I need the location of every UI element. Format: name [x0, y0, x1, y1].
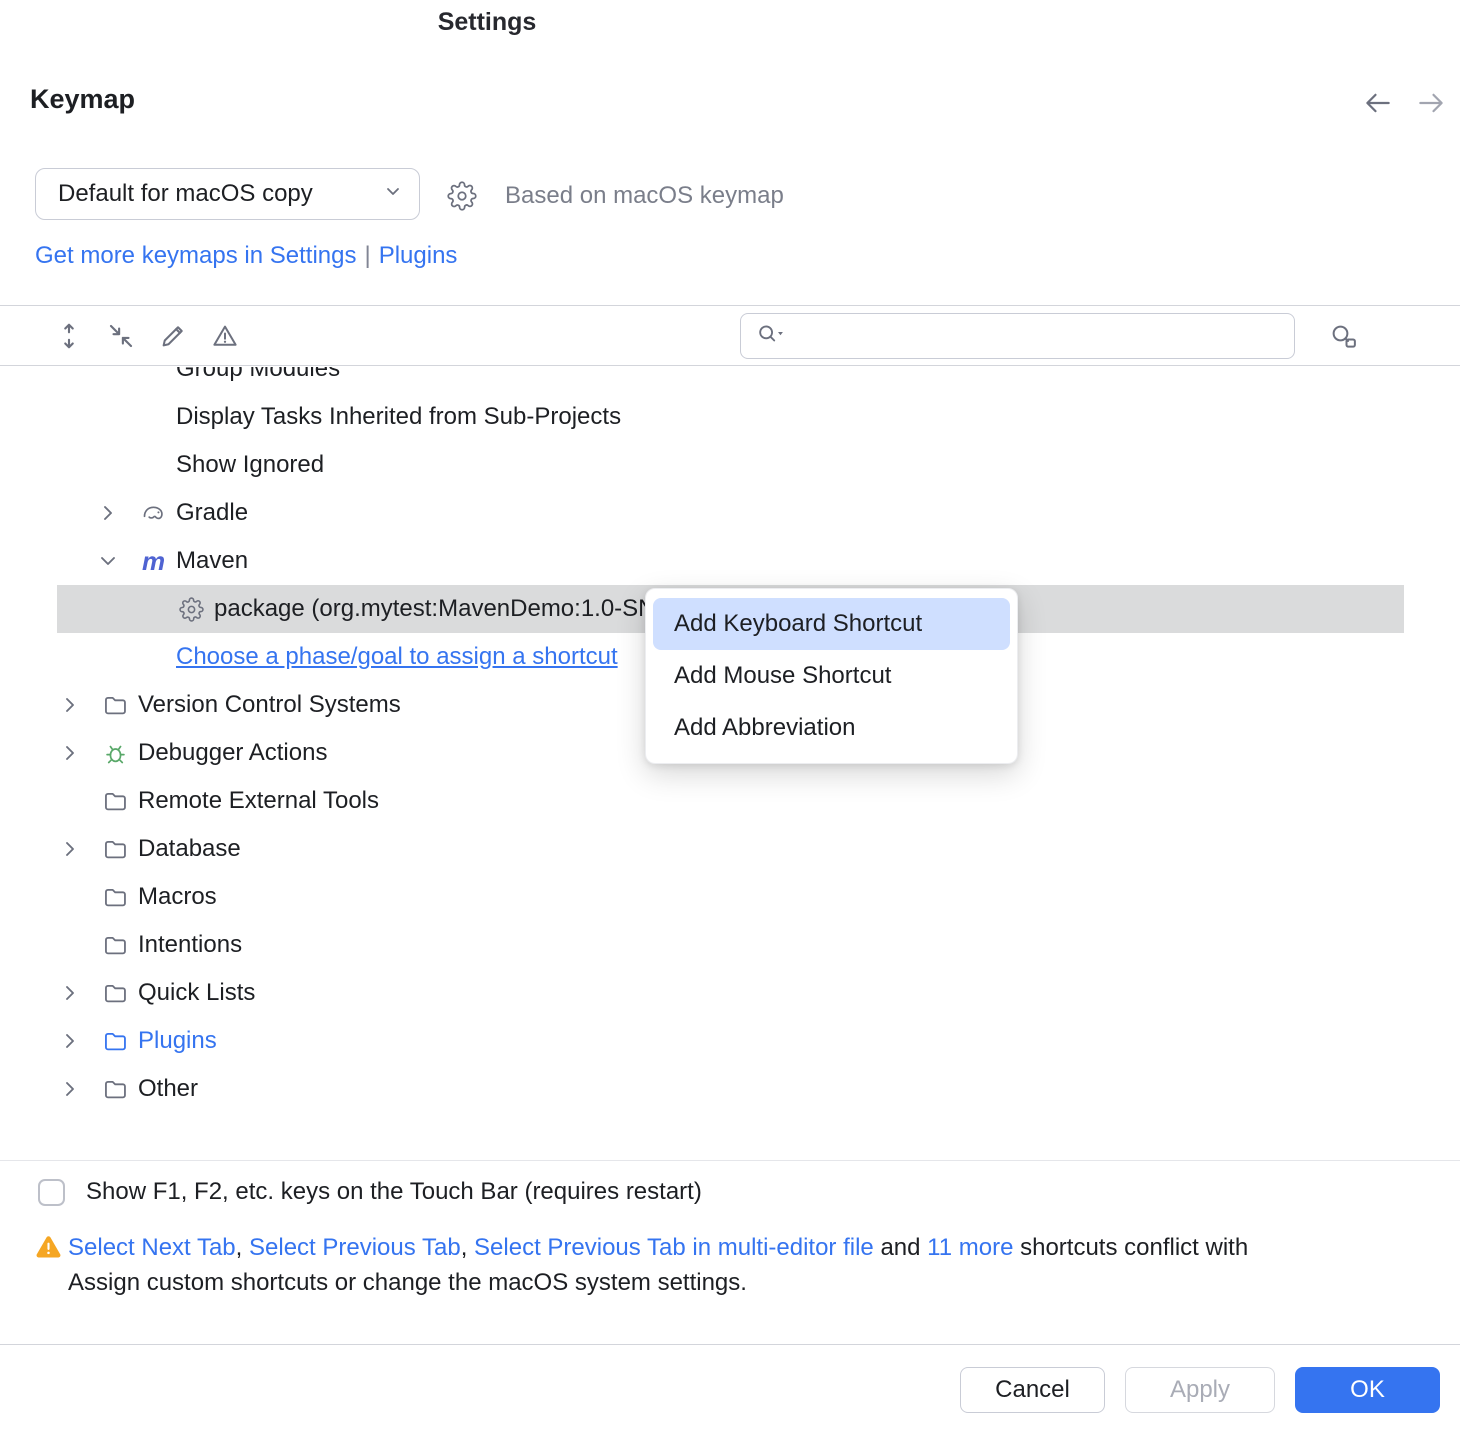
- keymap-search-input[interactable]: [789, 316, 1294, 356]
- tree-item-label: Gradle: [176, 499, 248, 527]
- tree-item-label: Display Tasks Inherited from Sub-Project…: [176, 403, 621, 431]
- tree-item-maven[interactable]: m Maven: [0, 537, 1460, 585]
- maven-icon: m: [140, 546, 167, 577]
- touchbar-checkbox-label: Show F1, F2, etc. keys on the Touch Bar …: [86, 1178, 702, 1206]
- forward-arrow-icon[interactable]: [1416, 88, 1446, 118]
- folder-icon: [102, 788, 129, 815]
- tree-item-display-tasks[interactable]: Display Tasks Inherited from Sub-Project…: [0, 393, 1460, 441]
- keymap-selector[interactable]: Default for macOS copy: [35, 168, 420, 220]
- plugins-link[interactable]: Plugins: [379, 242, 458, 269]
- tree-item-plugins[interactable]: Plugins: [0, 1017, 1460, 1065]
- folder-icon: [102, 884, 129, 911]
- chevron-right-icon[interactable]: [58, 837, 82, 861]
- tree-item-database[interactable]: Database: [0, 825, 1460, 873]
- link-divider: |: [364, 242, 370, 269]
- tree-item-label: Database: [138, 835, 241, 863]
- folder-icon: [102, 692, 129, 719]
- tree-toolbar: [0, 305, 1460, 366]
- menu-item-add-mouse-shortcut[interactable]: Add Mouse Shortcut: [653, 650, 1010, 702]
- apply-button[interactable]: Apply: [1125, 1367, 1275, 1413]
- keymap-settings-gear-icon[interactable]: [447, 181, 477, 211]
- conflict-warning: Select Next Tab, Select Previous Tab, Se…: [35, 1230, 1455, 1300]
- menu-item-add-abbreviation[interactable]: Add Abbreviation: [653, 702, 1010, 754]
- tree-item-label: Show Ignored: [176, 451, 324, 479]
- back-arrow-icon[interactable]: [1363, 88, 1393, 118]
- bug-icon: [102, 740, 129, 767]
- chevron-right-icon[interactable]: [58, 981, 82, 1005]
- warning-text: Select Next Tab, Select Previous Tab, Se…: [68, 1230, 1455, 1300]
- folder-icon: [102, 932, 129, 959]
- choose-goal-link[interactable]: Choose a phase/goal to assign a shortcut: [176, 643, 618, 671]
- based-on-label: Based on macOS keymap: [505, 182, 784, 210]
- tree-item-gradle[interactable]: Gradle: [0, 489, 1460, 537]
- menu-item-add-keyboard-shortcut[interactable]: Add Keyboard Shortcut: [653, 598, 1010, 650]
- tree-item-intentions[interactable]: Intentions: [0, 921, 1460, 969]
- menu-item-label: Add Mouse Shortcut: [674, 662, 891, 690]
- tree-item-label: Macros: [138, 883, 217, 911]
- chevron-right-icon[interactable]: [58, 1077, 82, 1101]
- chevron-down-icon: [381, 179, 405, 210]
- find-by-shortcut-icon[interactable]: [1328, 321, 1358, 351]
- window-title: Settings: [0, 8, 974, 37]
- chevron-right-icon[interactable]: [58, 1029, 82, 1053]
- tree-item-show-ignored[interactable]: Show Ignored: [0, 441, 1460, 489]
- tree-item-label: Other: [138, 1075, 198, 1103]
- warning-and: and: [874, 1234, 927, 1261]
- show-conflicts-icon[interactable]: [210, 321, 240, 351]
- folder-icon: [102, 836, 129, 863]
- collapse-all-icon[interactable]: [106, 321, 136, 351]
- tree-item-remote-external-tools[interactable]: Remote External Tools: [0, 777, 1460, 825]
- expand-all-icon[interactable]: [54, 321, 84, 351]
- folder-icon: [102, 1028, 129, 1055]
- tree-item-label: Maven: [176, 547, 248, 575]
- menu-item-label: Add Keyboard Shortcut: [674, 610, 922, 638]
- tree-item-label: Group Modules: [176, 367, 340, 383]
- folder-icon: [102, 1076, 129, 1103]
- chevron-right-icon[interactable]: [58, 741, 82, 765]
- conflict-link-select-previous-tab-multi[interactable]: Select Previous Tab in multi-editor file: [474, 1234, 874, 1261]
- gear-icon: [178, 596, 205, 623]
- settings-dialog: Settings Keymap Default for macOS copy B…: [0, 0, 1460, 1430]
- tree-item-group-modules[interactable]: Group Modules: [0, 367, 1460, 393]
- get-more-keymaps-link[interactable]: Get more keymaps in Settings: [35, 242, 356, 269]
- warning-separator: ,: [236, 1234, 249, 1261]
- tree-item-label: Intentions: [138, 931, 242, 959]
- conflict-link-more[interactable]: 11 more: [927, 1234, 1013, 1261]
- menu-item-label: Add Abbreviation: [674, 714, 855, 742]
- tree-item-label: Remote External Tools: [138, 787, 379, 815]
- keymap-selector-value: Default for macOS copy: [58, 180, 381, 208]
- touchbar-checkbox[interactable]: [38, 1179, 65, 1206]
- conflict-link-select-previous-tab[interactable]: Select Previous Tab: [249, 1234, 461, 1261]
- page-title: Keymap: [30, 84, 135, 115]
- folder-icon: [102, 980, 129, 1007]
- tree-item-other[interactable]: Other: [0, 1065, 1460, 1113]
- tree-item-label: Debugger Actions: [138, 739, 327, 767]
- tree-item-quick-lists[interactable]: Quick Lists: [0, 969, 1460, 1017]
- tree-item-macros[interactable]: Macros: [0, 873, 1460, 921]
- warning-icon: [35, 1234, 62, 1269]
- keymap-search-box: [740, 313, 1295, 359]
- keymap-links: Get more keymaps in Settings | Plugins: [35, 242, 457, 270]
- tree-item-label: Quick Lists: [138, 979, 255, 1007]
- gradle-icon: [140, 500, 167, 527]
- footer-divider: [0, 1344, 1460, 1345]
- chevron-right-icon[interactable]: [96, 501, 120, 525]
- edit-shortcut-icon[interactable]: [158, 321, 188, 351]
- warning-separator: ,: [461, 1234, 474, 1261]
- touchbar-option: Show F1, F2, etc. keys on the Touch Bar …: [38, 1178, 702, 1206]
- conflict-link-select-next-tab[interactable]: Select Next Tab: [68, 1234, 236, 1261]
- tree-item-label: Version Control Systems: [138, 691, 401, 719]
- search-icon[interactable]: [753, 321, 789, 352]
- chevron-right-icon[interactable]: [58, 693, 82, 717]
- ok-button[interactable]: OK: [1295, 1367, 1440, 1413]
- context-menu: Add Keyboard Shortcut Add Mouse Shortcut…: [645, 588, 1018, 764]
- tree-bottom-divider: [0, 1160, 1460, 1161]
- warning-tail: shortcuts conflict with: [1013, 1234, 1248, 1261]
- chevron-down-icon[interactable]: [96, 549, 120, 573]
- cancel-button[interactable]: Cancel: [960, 1367, 1105, 1413]
- tree-item-label: Plugins: [138, 1027, 217, 1055]
- warning-line-2: Assign custom shortcuts or change the ma…: [68, 1269, 747, 1296]
